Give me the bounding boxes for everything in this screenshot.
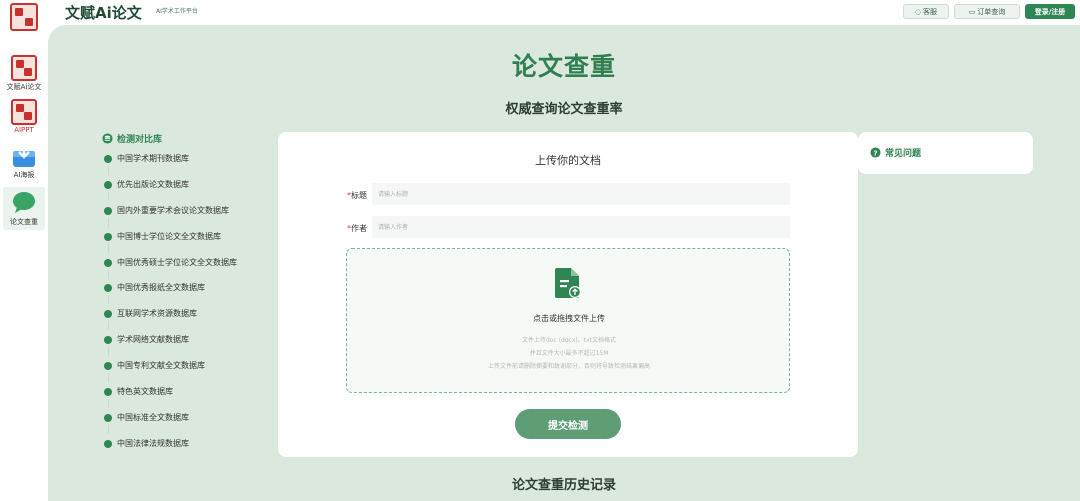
drop-zone-label: 点击或拖拽文件上传 [533, 314, 605, 323]
main-panel: 论文查重 权威查询论文查重率 检测对比库 中国学术期刊数据库 优先出版论文数据库… [48, 25, 1080, 501]
app-logo-icon[interactable] [8, 3, 40, 33]
sidebar-item-aippt[interactable]: AIPPT [0, 99, 48, 134]
brand-subtitle: AI学术工作平台 [156, 8, 198, 15]
file-drop-zone[interactable]: 点击或拖拽文件上传 文件上传doc (docx)、txt文档格式 并且文件大小最… [346, 248, 790, 393]
check-dot-icon [104, 362, 112, 371]
login-register-button[interactable]: 登录/注册 [1025, 4, 1075, 19]
sidebar-item-label: AIPPT [14, 126, 34, 134]
check-dot-icon [104, 388, 112, 397]
list-item: 中国博士学位论文全文数据库 [104, 231, 294, 257]
check-dot-icon [104, 413, 112, 422]
upload-card-title: 上传你的文档 [535, 154, 601, 167]
database-list-title: 检测对比库 [102, 132, 162, 145]
sidebar-item-wenfu[interactable]: 文赋Ai论文 [0, 55, 48, 92]
title-field-label: *标题 [347, 191, 367, 200]
list-item: 学术网络文献数据库 [104, 334, 294, 360]
list-item: 中国专利文献全文数据库 [104, 360, 294, 386]
page-title: 论文查重 [511, 52, 616, 81]
sidebar-item-label: AI海报 [13, 171, 35, 179]
list-item: 中国优秀报纸全文数据库 [104, 282, 294, 308]
faq-title-text: 常见问题 [885, 149, 922, 159]
top-header: 文赋Ai论文 AI学术工作平台 ◌ 客服 ▭ 订单查询 登录/注册 [48, 0, 1080, 25]
drop-zone-note: 并且文件大小最多不超过15M [529, 350, 609, 357]
sidebar-item-label: 论文查重 [10, 218, 38, 226]
check-dot-icon [104, 284, 112, 293]
faq-card[interactable]: ? 常见问题 [858, 132, 1033, 174]
check-dot-icon [104, 206, 112, 215]
list-item: 中国学术期刊数据库 [104, 153, 294, 179]
customer-service-button[interactable]: ◌ 客服 [903, 4, 949, 19]
upload-card: 上传你的文档 *标题 *作者 点击或拖拽文件上传 文件上传doc (docx)、… [278, 132, 858, 457]
list-item: 优先出版论文数据库 [104, 179, 294, 205]
check-dot-icon [104, 439, 112, 448]
list-item: 特色英文数据库 [104, 386, 294, 412]
check-dot-icon [104, 232, 112, 241]
check-dot-icon [104, 336, 112, 345]
list-item: 互联网学术资源数据库 [104, 308, 294, 334]
customer-service-label: 客服 [923, 7, 938, 16]
sidebar-item-aiposter[interactable]: AI海报 [0, 143, 48, 180]
seal-logo-icon [11, 99, 37, 125]
order-query-label: 订单查询 [977, 7, 1006, 16]
check-dot-icon [104, 155, 112, 163]
order-icon: ▭ [968, 7, 976, 16]
headset-icon: ◌ [914, 7, 922, 16]
list-item: 中国标准全文数据库 [104, 412, 294, 438]
order-query-button[interactable]: ▭ 订单查询 [954, 4, 1020, 19]
question-icon: ? [870, 147, 881, 158]
list-item: 中国优秀硕士学位论文全文数据库 [104, 257, 294, 283]
seal-logo-icon [11, 55, 37, 81]
drop-zone-note: 上传文件前请删除摘要和致谢部分，否则将导致检测结果偏高 [487, 363, 650, 370]
author-input[interactable] [372, 216, 790, 238]
chat-bubble-icon [13, 192, 35, 213]
check-dot-icon [104, 310, 112, 319]
database-list-title-text: 检测对比库 [117, 135, 163, 145]
brand-title[interactable]: 文赋Ai论文 [65, 2, 142, 23]
sidebar-item-plagiarism[interactable]: 论文查重 [3, 187, 45, 230]
database-icon [102, 133, 113, 144]
title-input[interactable] [372, 183, 790, 205]
check-dot-icon [104, 258, 112, 267]
file-upload-icon [555, 268, 581, 298]
download-box-icon [13, 145, 35, 167]
list-item: 国内外重要学术会议论文数据库 [104, 205, 294, 231]
sidebar-item-label: 文赋Ai论文 [6, 83, 42, 91]
check-dot-icon [104, 180, 112, 189]
page-subtitle: 权威查询论文查重率 [505, 102, 623, 117]
database-list: 中国学术期刊数据库 优先出版论文数据库 国内外重要学术会议论文数据库 中国博士学… [104, 153, 294, 464]
submit-check-button[interactable]: 提交检测 [515, 409, 621, 439]
left-sidebar: 文赋Ai论文 AIPPT AI海报 论文查重 [0, 0, 48, 501]
drop-zone-note: 文件上传doc (docx)、txt文档格式 [522, 337, 616, 344]
faq-title: ? 常见问题 [870, 146, 921, 159]
history-section-title: 论文查重历史记录 [511, 478, 616, 493]
svg-text:?: ? [873, 148, 877, 157]
list-item: 中国法律法规数据库 [104, 438, 294, 464]
author-field-label: *作者 [347, 224, 367, 233]
